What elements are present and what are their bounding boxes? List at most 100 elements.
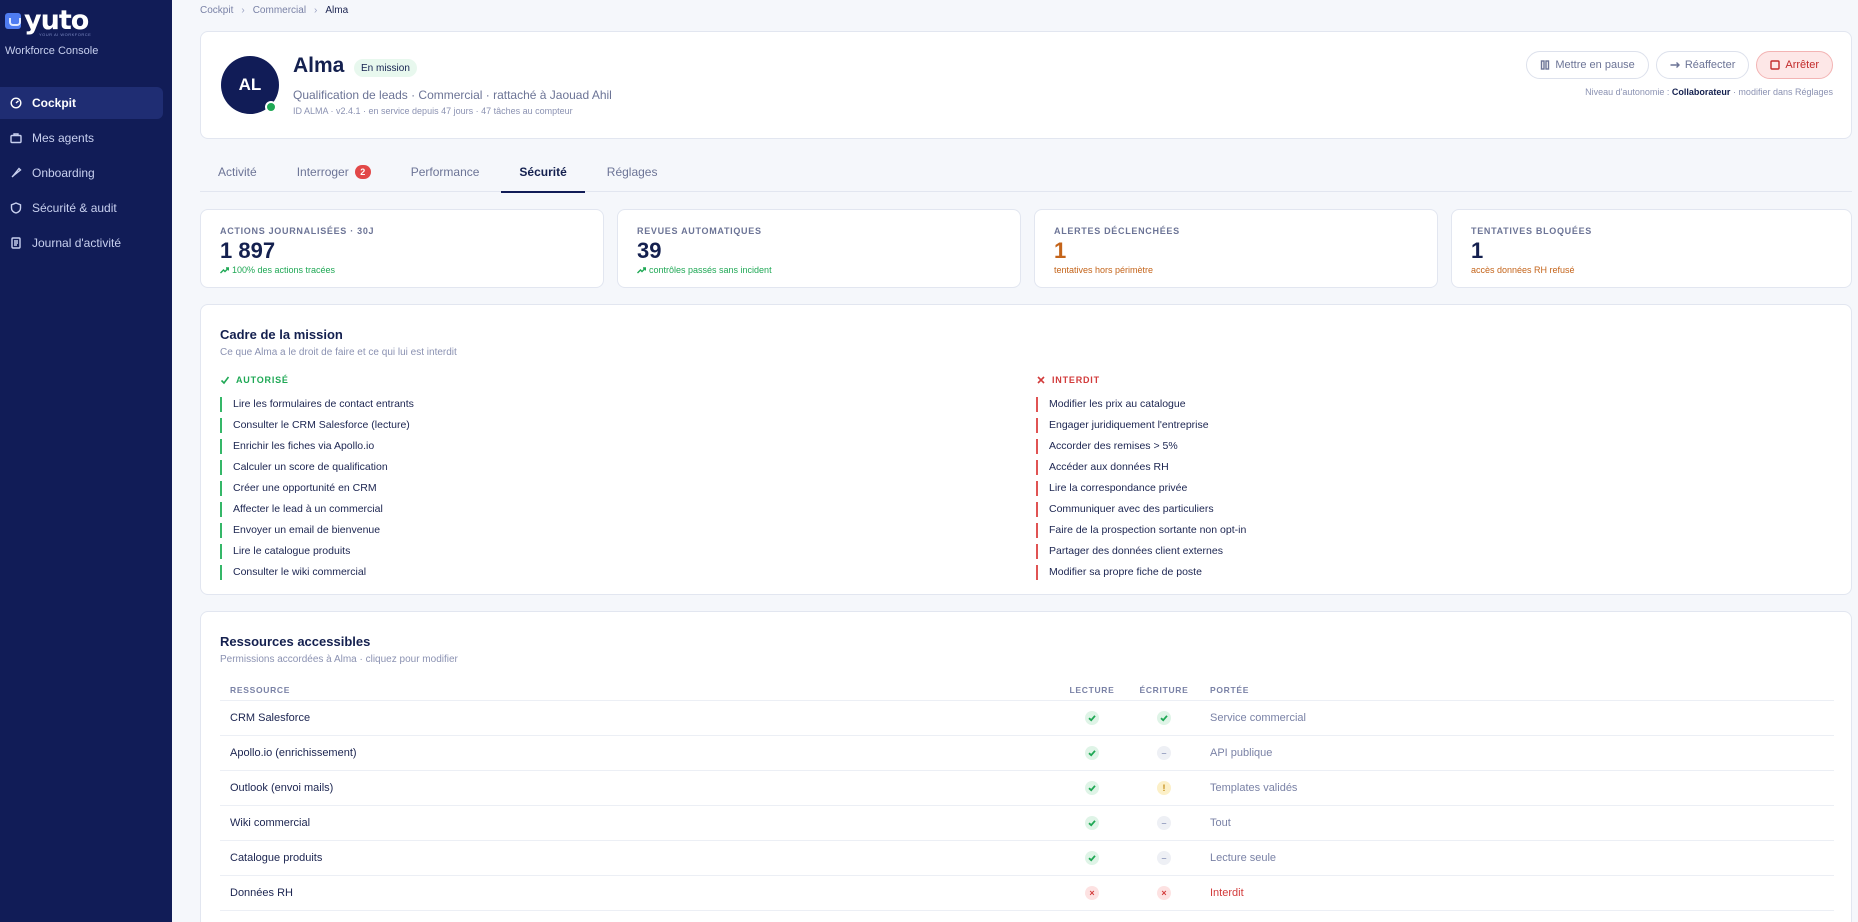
check-icon[interactable] — [1085, 816, 1099, 830]
breadcrumb-item-commercial[interactable]: Commercial — [253, 5, 306, 16]
stop-button-label: Arrêter — [1785, 59, 1819, 71]
reassign-button-label: Réaffecter — [1684, 59, 1736, 71]
read-permission-cell: × — [1056, 886, 1128, 900]
table-row[interactable]: Catalogue produits – Lecture seule — [220, 841, 1834, 876]
logo-icon — [5, 12, 21, 29]
sidebar-item-label: Onboarding — [32, 166, 95, 180]
table-row[interactable]: Wiki commercial – Tout — [220, 806, 1834, 841]
pause-button-label: Mettre en pause — [1555, 59, 1635, 71]
kpi-value: 1 — [1471, 238, 1484, 263]
resource-name: Apollo.io (enrichissement) — [230, 747, 357, 759]
table-row[interactable]: Données RH × × Interdit — [220, 876, 1834, 911]
dash-icon[interactable]: – — [1157, 851, 1171, 865]
kpi-sub-text: 100% des actions tracées — [232, 265, 336, 275]
check-icon[interactable] — [1085, 746, 1099, 760]
read-permission-cell — [1056, 851, 1128, 865]
check-icon — [220, 376, 230, 385]
check-icon[interactable] — [1085, 851, 1099, 865]
sidebar-item-cockpit[interactable]: Cockpit — [0, 87, 163, 119]
table-row[interactable]: Apollo.io (enrichissement) – API publique — [220, 736, 1834, 771]
kpi-sub-text: accès données RH refusé — [1471, 265, 1575, 275]
autonomy-level-value: Collaborateur — [1671, 87, 1731, 97]
resource-name: Wiki commercial — [230, 817, 311, 829]
autonomy-settings-link[interactable]: · modifier dans Réglages — [1730, 87, 1833, 97]
sidebar-item-securite-audit[interactable]: Sécurité & audit — [0, 192, 163, 224]
list-item: Consulter le CRM Salesforce (lecture) — [220, 418, 920, 433]
kpi-card-alertes: Alertes déclenchées 1 tentatives hors pé… — [1034, 209, 1438, 288]
brand-subtitle: Workforce Console — [5, 45, 99, 57]
brand-logo[interactable]: yuto — [5, 5, 89, 36]
table-body: CRM Salesforce Service commercial Apollo.i… — [220, 701, 1834, 911]
list-item: Accéder aux données RH — [1036, 460, 1736, 475]
allowed-list: Lire les formulaires de contact entrants… — [220, 397, 920, 580]
kpi-sub-text: contrôles passés sans incident — [649, 265, 772, 275]
list-item: Affecter le lead à un commercial — [220, 502, 920, 517]
read-permission-cell — [1056, 746, 1128, 760]
reassign-button[interactable]: Réaffecter — [1655, 51, 1750, 79]
resource-scope: API publique — [1210, 747, 1273, 759]
kpi-card-tentatives: Tentatives bloquées 1 accès données RH r… — [1451, 209, 1852, 288]
tab-interroger[interactable]: Interroger 2 — [279, 152, 389, 192]
resource-scope: Service commercial — [1210, 712, 1306, 724]
warning-icon[interactable]: ! — [1157, 781, 1171, 795]
table-row[interactable]: CRM Salesforce Service commercial — [220, 701, 1834, 736]
brand-tagline: YOUR AI WORKFORCE — [39, 32, 92, 37]
sidebar-item-label: Journal d'activité — [32, 236, 122, 250]
check-icon[interactable] — [1085, 781, 1099, 795]
write-permission-cell: ! — [1128, 781, 1200, 795]
page-title: Alma — [293, 54, 345, 77]
journal-icon — [10, 237, 22, 249]
dash-icon[interactable]: – — [1157, 816, 1171, 830]
resource-name: Outlook (envoi mails) — [230, 782, 334, 794]
sidebar: yuto YOUR AI WORKFORCE Workforce Console… — [0, 0, 172, 922]
kpi-sub: tentatives hors périmètre — [1054, 265, 1418, 275]
agent-header-card: AL Alma En mission Qualification de lead… — [200, 31, 1852, 139]
sidebar-item-mes-agents[interactable]: Mes agents — [0, 122, 163, 154]
check-icon[interactable] — [1157, 711, 1171, 725]
breadcrumb-item-cockpit[interactable]: Cockpit — [200, 5, 233, 16]
main-content: Cockpit › Commercial › Alma AL Alma En m… — [172, 0, 1858, 922]
list-item: Lire la correspondance privée — [1036, 481, 1736, 496]
sidebar-item-journal[interactable]: Journal d'activité — [0, 227, 163, 259]
gauge-icon — [10, 97, 22, 109]
read-permission-cell — [1056, 781, 1128, 795]
close-icon[interactable]: × — [1085, 886, 1099, 900]
resource-name: Catalogue produits — [230, 852, 323, 864]
kpi-card-revues: Revues automatiques 39 contrôles passés … — [617, 209, 1021, 288]
briefcase-icon — [10, 132, 22, 144]
tab-reglages[interactable]: Réglages — [589, 152, 676, 192]
tab-label: Performance — [410, 165, 480, 179]
list-item: Créer une opportunité en CRM — [220, 481, 920, 496]
tab-performance[interactable]: Performance — [393, 152, 498, 192]
close-icon — [1037, 376, 1045, 384]
table-row[interactable]: Outlook (envoi mails)! Templates validés — [220, 771, 1834, 806]
tab-label: Réglages — [606, 165, 658, 179]
brand-name: yuto — [24, 5, 89, 36]
check-icon[interactable] — [1085, 711, 1099, 725]
sidebar-item-label: Sécurité & audit — [32, 201, 117, 215]
list-item: Modifier sa propre fiche de poste — [1036, 565, 1736, 580]
list-item: Consulter le wiki commercial — [220, 565, 920, 580]
forbidden-title: INTERDIT — [1052, 375, 1100, 385]
dash-icon[interactable]: – — [1157, 746, 1171, 760]
resource-scope: Templates validés — [1210, 782, 1298, 794]
list-item: Modifier les prix au catalogue — [1036, 397, 1736, 412]
sidebar-item-label: Mes agents — [32, 131, 95, 145]
stop-icon — [1770, 60, 1781, 70]
tab-label: Activité — [218, 165, 257, 179]
tab-securite[interactable]: Sécurité — [501, 152, 586, 193]
tab-activite[interactable]: Activité — [200, 152, 275, 192]
close-icon[interactable]: × — [1157, 886, 1171, 900]
stop-button[interactable]: Arrêter — [1756, 51, 1833, 79]
list-item: Faire de la prospection sortante non opt… — [1036, 523, 1736, 538]
pause-button[interactable]: Mettre en pause — [1526, 51, 1649, 79]
list-item: Communiquer avec des particuliers — [1036, 502, 1736, 517]
kpi-sub: accès données RH refusé — [1471, 265, 1832, 275]
kpi-label: Tentatives bloquées — [1471, 226, 1592, 236]
list-item: Envoyer un email de bienvenue — [220, 523, 920, 538]
autonomy-prefix: Niveau d'autonomie : — [1585, 87, 1672, 97]
sidebar-item-onboarding[interactable]: Onboarding — [0, 157, 163, 189]
kpi-value: 1 — [1054, 238, 1067, 263]
chevron-right-icon: › — [314, 5, 318, 16]
list-item: Partager des données client externes — [1036, 544, 1736, 559]
